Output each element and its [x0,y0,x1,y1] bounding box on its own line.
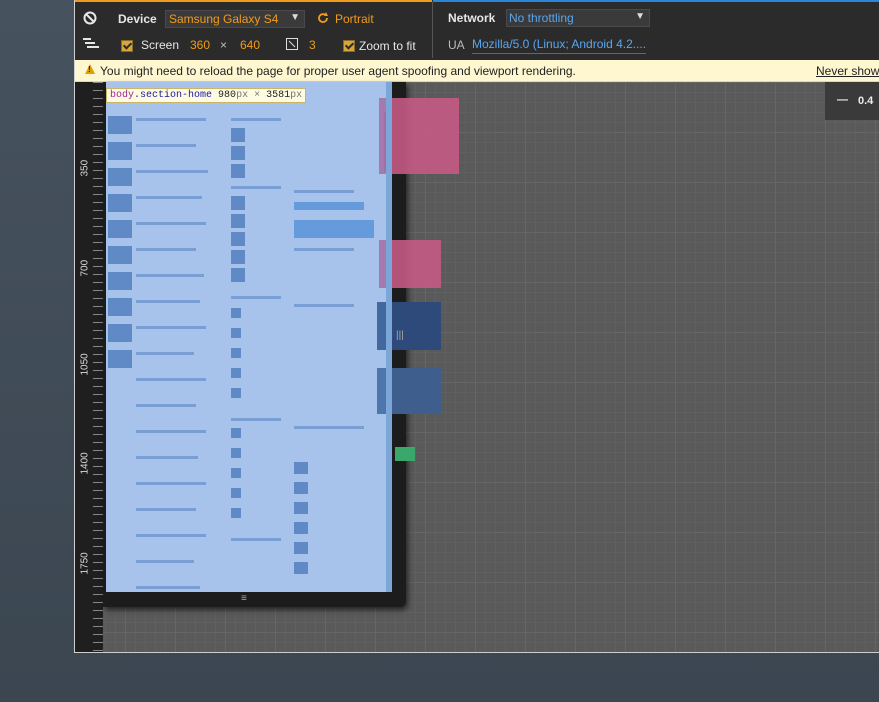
warning-bar: ! You might need to reload the page for … [75,60,879,82]
minus-icon[interactable]: — [837,94,848,106]
warning-message: You might need to reload the page for pr… [100,64,576,78]
no-entry-icon[interactable] [83,11,97,25]
screen-width-field[interactable]: 360 [190,38,210,52]
toolbar-divider [432,2,433,58]
page-green-button [395,447,415,461]
rotate-icon[interactable] [317,12,329,27]
ruler-label: 700 [79,259,91,277]
orientation-button[interactable]: Portrait [335,12,374,26]
resize-handle-right-icon[interactable]: ||| [396,330,404,341]
network-select[interactable]: No throttling ▼ [506,9,650,27]
emulation-toolbar: Device Samsung Galaxy S4 ▼ Portrait Scre… [75,0,879,60]
zoom-to-fit-checkbox[interactable] [343,40,355,52]
zoom-to-fit-label: Zoom to fit [359,39,416,53]
inspect-tooltip: body.section-home 980px × 3581px [106,88,307,103]
zoom-value: 0.4 [858,95,874,107]
device-section-accent [75,0,432,2]
screen-times-sign: × [220,38,228,52]
device-pixel-ratio-icon [286,38,298,53]
ruler-label: 1750 [79,552,91,575]
zoom-indicator: — 0.4 [825,82,879,120]
screen-checkbox[interactable] [121,40,133,52]
ua-label: UA [448,38,465,52]
ua-field[interactable]: Mozilla/5.0 (Linux; Android 4.2.... [472,37,646,54]
tooltip-selector: .section-home [134,90,213,101]
tooltip-width-unit: px [236,90,249,101]
network-section-accent [433,0,879,2]
ruler-label: 1050 [79,353,91,376]
network-label: Network [448,11,496,25]
ua-value: Mozilla/5.0 (Linux; Android 4.2.... [472,37,647,51]
tooltip-times: × [254,90,261,101]
tooltip-height-unit: px [290,90,303,101]
ruler-label: 350 [79,159,91,177]
tooltip-height: 3581 [266,90,291,101]
page-scroll-strip [386,82,392,592]
device-select-value: Samsung Galaxy S4 [169,12,279,26]
chevron-down-icon: ▼ [635,11,645,22]
tooltip-width: 980 [218,90,237,101]
device-select[interactable]: Samsung Galaxy S4 ▼ [165,10,305,28]
never-show-link[interactable]: Never show [816,64,879,78]
ruler-label: 1400 [79,452,91,475]
network-select-value: No throttling [509,11,574,25]
media-query-bars-icon[interactable] [83,38,99,50]
warning-triangle-icon: ! [85,64,95,74]
chevron-down-icon: ▼ [290,12,300,23]
device-label: Device [118,12,157,26]
tooltip-tag: body [110,90,135,101]
screen-label: Screen [141,38,180,52]
screen-height-field[interactable]: 640 [240,38,260,52]
inspect-highlight [106,82,387,592]
dpr-field[interactable]: 3 [309,38,316,52]
resize-handle-bottom-icon[interactable]: ≡ [241,593,247,604]
